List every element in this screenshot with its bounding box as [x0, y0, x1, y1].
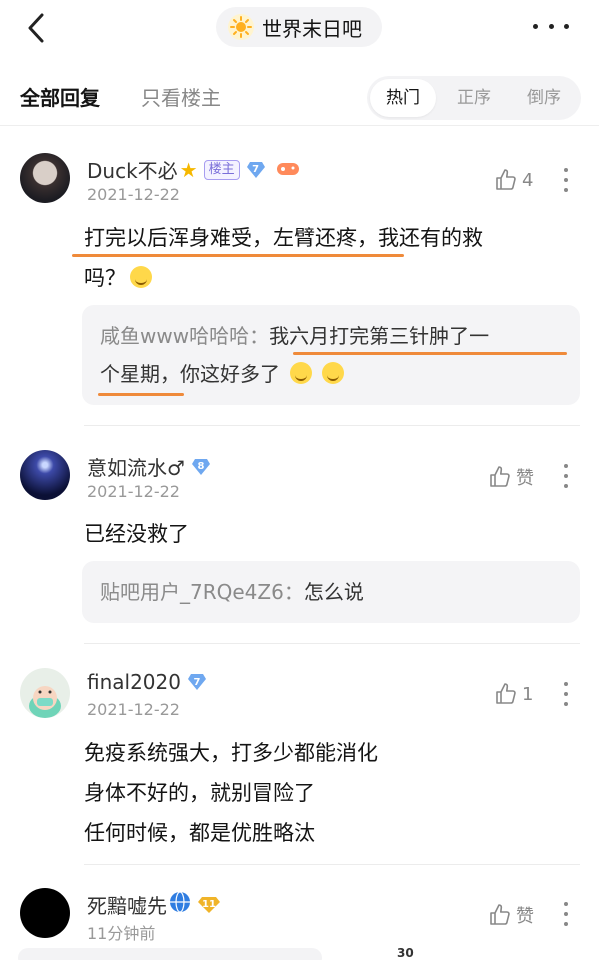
- like-label: 赞: [516, 906, 534, 927]
- thumbs-up-icon: [496, 683, 516, 704]
- like-button[interactable]: 赞: [488, 902, 534, 928]
- owner-badge: 楼主: [203, 159, 240, 180]
- reply-input[interactable]: [18, 948, 322, 960]
- underline-mark: [293, 352, 567, 355]
- username[interactable]: final2020 7: [87, 670, 207, 694]
- username[interactable]: 死黯嘘先 11: [87, 890, 221, 919]
- reply-box[interactable]: 贴吧用户_7RQe4Z6：怎么说: [82, 561, 580, 623]
- tab-all-replies[interactable]: 全部回复: [20, 82, 100, 111]
- shocked-emoji-icon: [130, 266, 152, 288]
- divider: [84, 425, 580, 426]
- more-icon[interactable]: [533, 16, 569, 36]
- thumbs-up-icon: [496, 169, 516, 190]
- comment-more-icon[interactable]: [563, 464, 569, 488]
- post-date: 2021-12-22: [87, 700, 180, 719]
- globe-icon: [169, 891, 191, 918]
- like-button[interactable]: 赞: [488, 464, 534, 490]
- like-count: 1: [522, 683, 534, 705]
- reply-author[interactable]: 贴吧用户_7RQe4Z6：: [100, 580, 304, 604]
- comment-text: 已经没救了: [84, 522, 189, 546]
- comment-more-icon[interactable]: [563, 682, 569, 706]
- avatar[interactable]: [20, 450, 70, 500]
- sort-descending[interactable]: 倒序: [509, 76, 579, 120]
- like-button[interactable]: 1: [494, 682, 533, 706]
- smile-emoji-icon: [290, 362, 312, 384]
- level-badge-icon: 7: [246, 161, 266, 179]
- like-label: 赞: [516, 468, 534, 489]
- level-badge-icon: 8: [191, 458, 211, 476]
- reply-text: 我六月打完第三针肿了一: [269, 324, 490, 348]
- star-icon: ★: [179, 157, 198, 182]
- comment-more-icon[interactable]: [563, 168, 569, 192]
- sort-hot[interactable]: 热门: [370, 79, 436, 117]
- comment-text: 免疫系统强大，打多少都能消化 身体不好的，就别冒险了 任何时候，都是优胜略汰: [84, 741, 378, 845]
- sort-ascending[interactable]: 正序: [439, 76, 509, 120]
- level-badge-icon: 11: [197, 896, 221, 914]
- top-bar: 世界末日吧: [0, 0, 599, 56]
- divider: [84, 643, 580, 644]
- smile-emoji-icon: [322, 362, 344, 384]
- back-chevron-icon[interactable]: [22, 10, 52, 46]
- username-text: Duck不必: [87, 159, 178, 183]
- filter-bar: 全部回复 只看楼主 热门 正序 倒序: [0, 70, 599, 126]
- sun-forum-icon: [228, 14, 254, 40]
- post-date: 11分钟前: [87, 924, 156, 943]
- post-date: 2021-12-22: [87, 482, 180, 501]
- reply-box[interactable]: 咸鱼www哈哈哈：我六月打完第三针肿了一 个星期，你这好多了: [82, 305, 580, 405]
- reply-text-2: 个星期，你这好多了: [100, 362, 280, 386]
- thumbs-up-icon: [490, 904, 510, 925]
- comment-more-icon[interactable]: [563, 902, 569, 926]
- username-text: final2020: [87, 670, 181, 694]
- forum-pill[interactable]: 世界末日吧: [216, 7, 382, 47]
- reply-author[interactable]: 咸鱼www哈哈哈：: [100, 324, 269, 348]
- reply-text: 怎么说: [303, 580, 364, 604]
- tab-owner-only[interactable]: 只看楼主: [141, 82, 221, 111]
- level-badge-icon: 7: [187, 673, 207, 691]
- thumbs-up-icon: [490, 466, 510, 487]
- underline-mark: [98, 393, 184, 396]
- username[interactable]: 意如流水♂ 8: [87, 452, 211, 481]
- forum-name: 世界末日吧: [262, 16, 362, 41]
- like-count: 4: [522, 169, 534, 191]
- avatar[interactable]: [20, 668, 70, 718]
- underline-mark: [72, 254, 404, 257]
- comment-count[interactable]: 30: [397, 946, 414, 960]
- avatar[interactable]: [20, 888, 70, 938]
- post-date: 2021-12-22: [87, 185, 180, 204]
- username-text: 死黯嘘先: [87, 894, 167, 918]
- gamepad-icon: [276, 158, 300, 182]
- comment-text: 打完以后浑身难受，左臂还疼，我还有的救 吗？: [84, 226, 483, 290]
- username-text: 意如流水♂: [87, 456, 185, 480]
- username[interactable]: Duck不必 ★ 楼主 7: [87, 155, 300, 184]
- avatar[interactable]: [20, 153, 70, 203]
- sort-toggle: 热门 正序 倒序: [367, 76, 581, 120]
- divider: [84, 864, 580, 865]
- like-button[interactable]: 4: [494, 168, 533, 192]
